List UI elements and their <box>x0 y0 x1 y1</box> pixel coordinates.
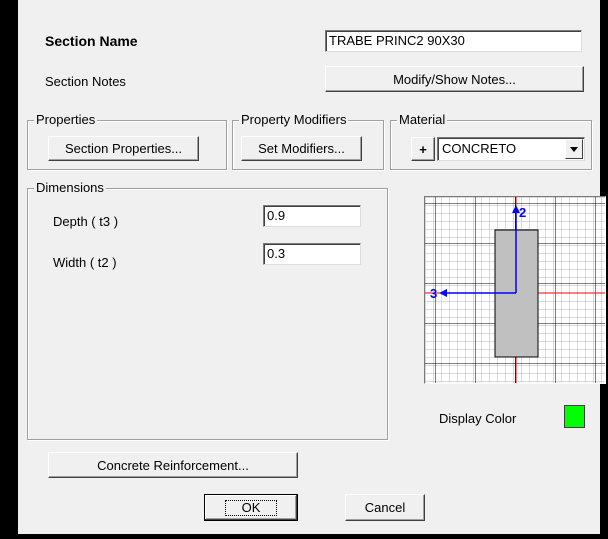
section-preview: 2 3 <box>424 196 606 384</box>
add-material-button[interactable]: + <box>411 137 435 161</box>
depth-input[interactable]: 0.9 <box>263 205 361 227</box>
axis-2-label: 2 <box>519 205 526 220</box>
frame-section-dialog: Section Name TRABE PRINC2 90X30 Section … <box>18 0 606 534</box>
cancel-button[interactable]: Cancel <box>345 494 425 521</box>
ok-button[interactable]: OK <box>204 494 298 521</box>
set-modifiers-button[interactable]: Set Modifiers... <box>241 136 362 161</box>
width-input[interactable]: 0.3 <box>263 243 361 265</box>
material-select-value: CONCRETO <box>442 141 517 156</box>
section-name-label: Section Name <box>45 33 138 49</box>
width-label: Width ( t2 ) <box>53 255 117 270</box>
section-preview-drawing: 2 3 <box>425 197 605 383</box>
display-color-label: Display Color <box>439 411 517 426</box>
ok-button-label: OK <box>224 499 278 516</box>
display-color-swatch[interactable] <box>564 405 585 428</box>
section-notes-label: Section Notes <box>45 74 126 89</box>
material-group-title: Material <box>397 112 448 127</box>
dimensions-group-title: Dimensions <box>34 180 106 195</box>
chevron-down-icon <box>570 146 578 152</box>
properties-group-title: Properties <box>34 112 98 127</box>
material-select[interactable]: CONCRETO <box>437 137 585 161</box>
modify-show-notes-button[interactable]: Modify/Show Notes... <box>325 66 584 92</box>
axis-3-label: 3 <box>430 286 437 301</box>
section-name-input[interactable]: TRABE PRINC2 90X30 <box>325 30 582 52</box>
section-properties-button[interactable]: Section Properties... <box>48 136 199 161</box>
dropdown-arrow-button[interactable] <box>565 139 583 159</box>
concrete-reinforcement-button[interactable]: Concrete Reinforcement... <box>48 452 298 478</box>
property-modifiers-group-title: Property Modifiers <box>239 112 349 127</box>
depth-label: Depth ( t3 ) <box>53 214 119 229</box>
